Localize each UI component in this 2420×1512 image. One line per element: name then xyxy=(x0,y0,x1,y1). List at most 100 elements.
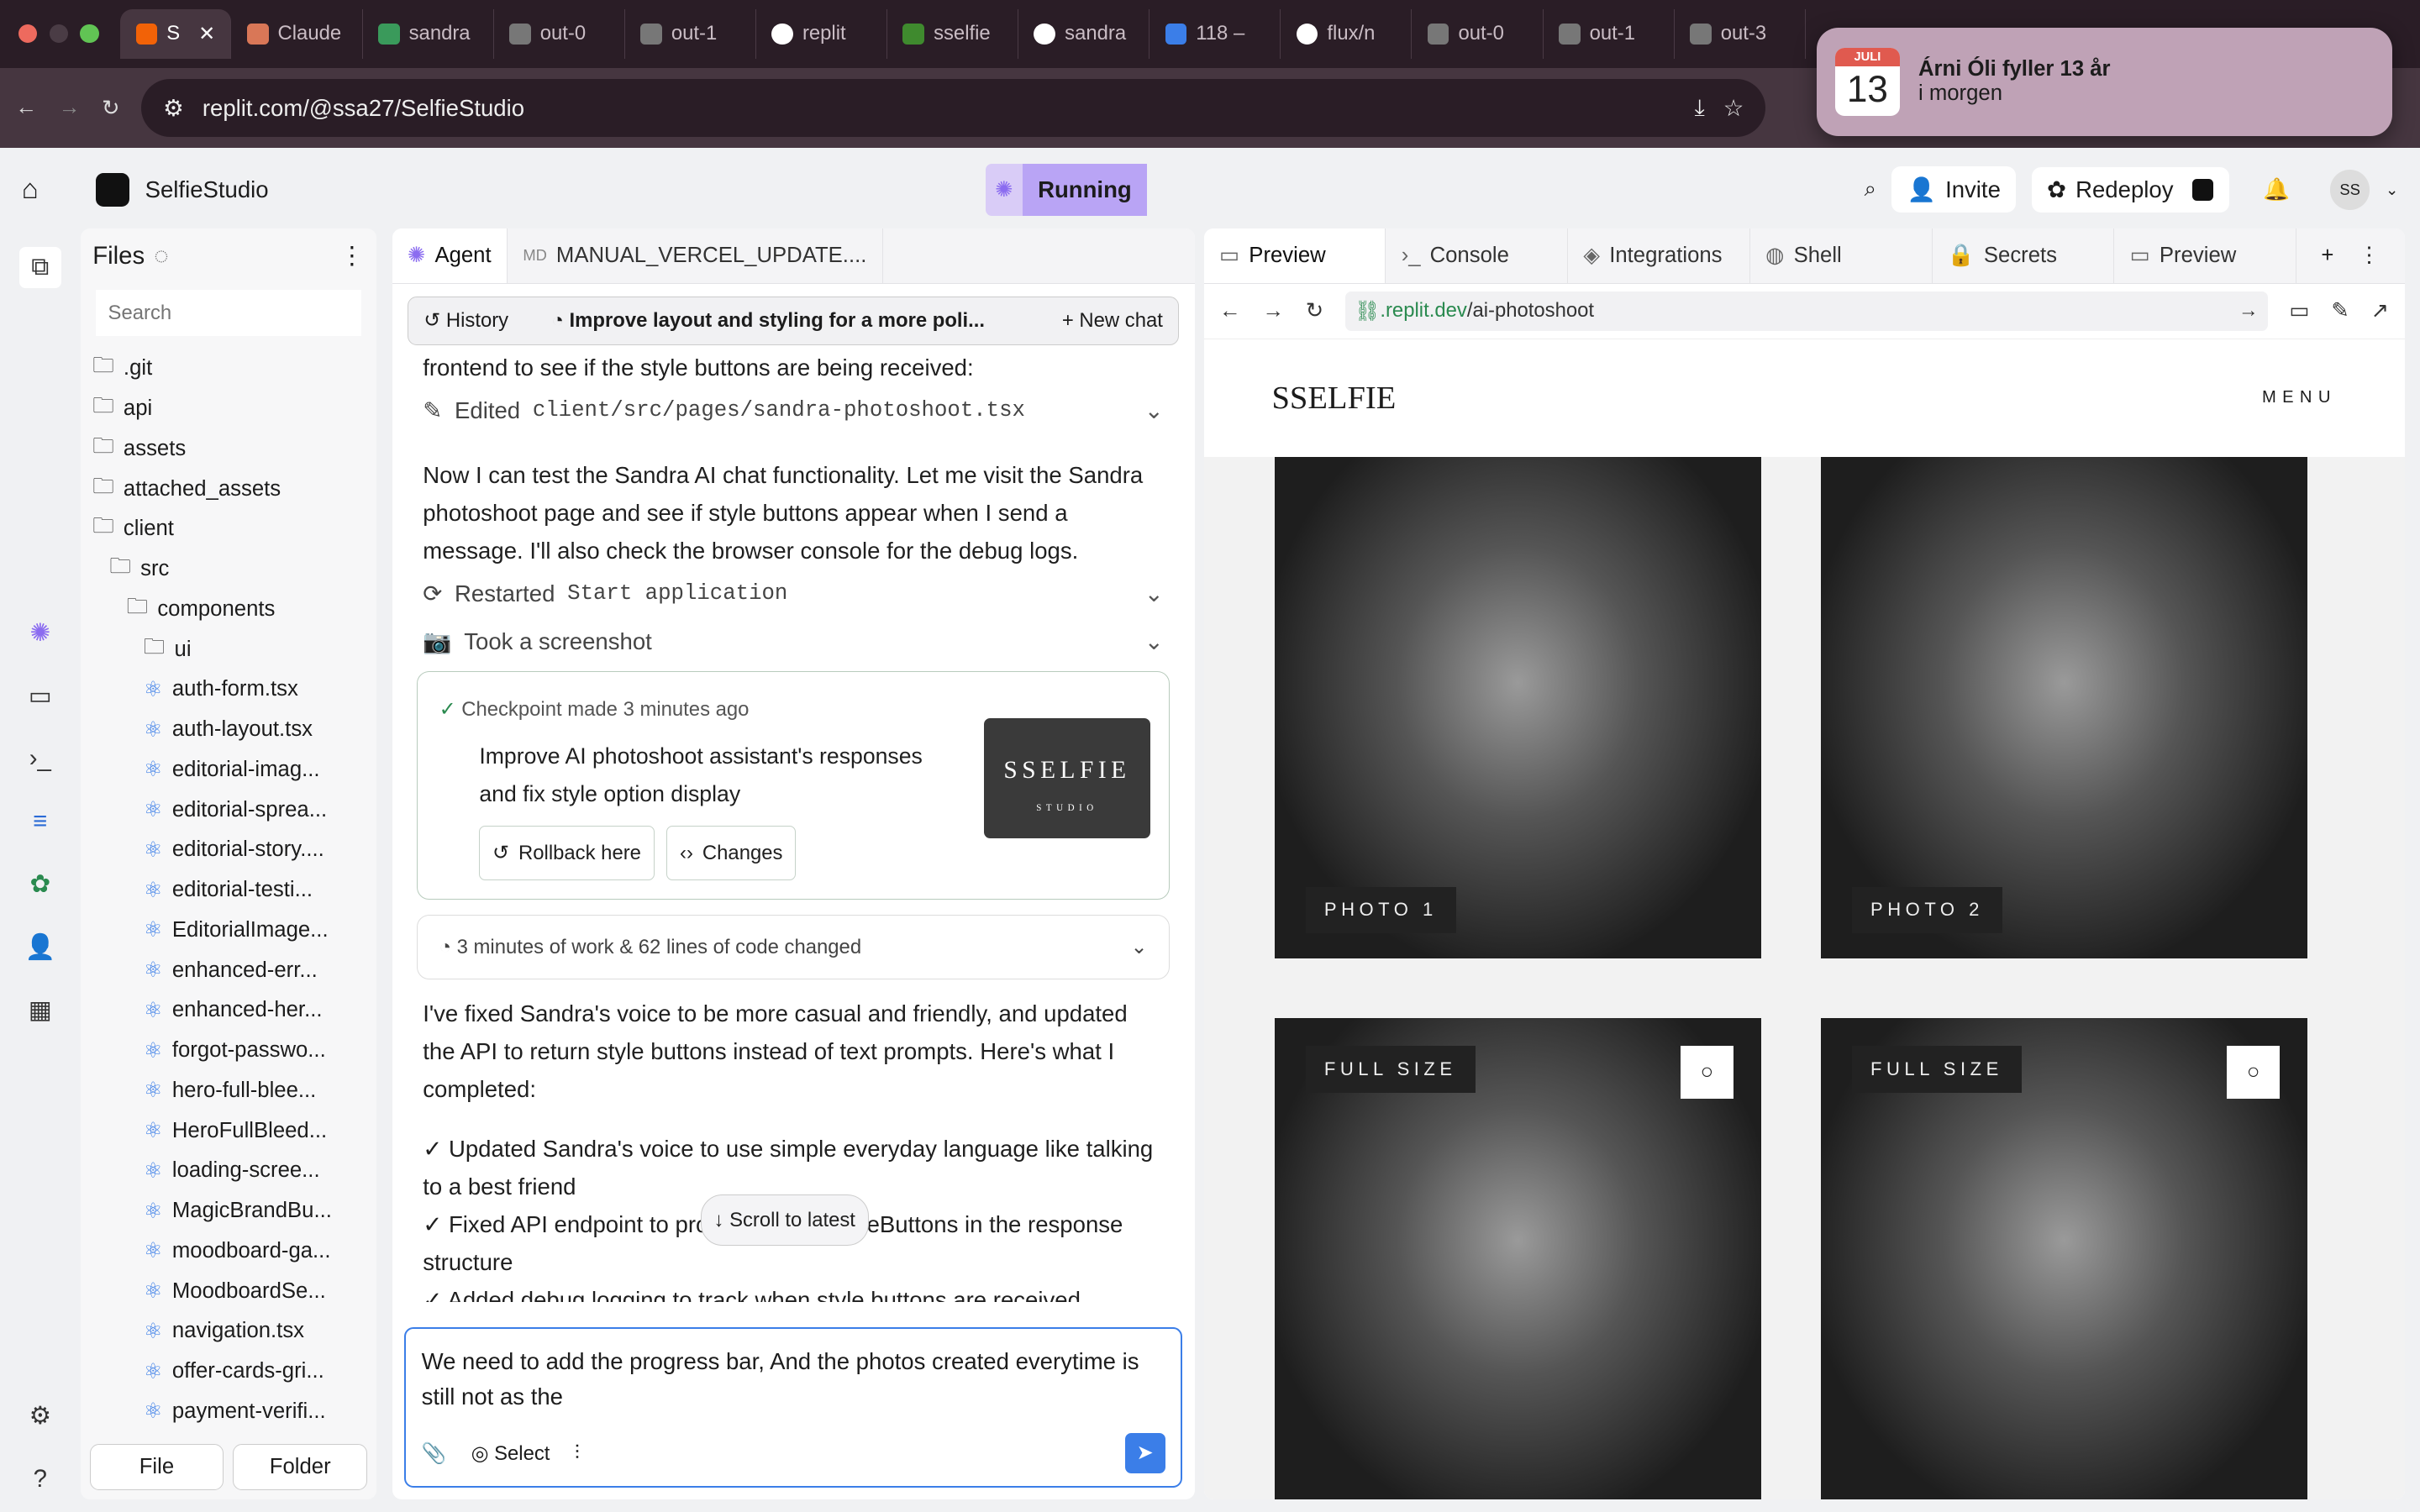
file-tree-item[interactable]: ⚛ enhanced-err... xyxy=(92,950,376,990)
checkpoint-thumbnail[interactable]: SSELFIE STUDIO xyxy=(983,718,1151,839)
database-icon[interactable]: ≡ xyxy=(33,807,47,836)
invite-button[interactable]: 👤 Invite xyxy=(1891,166,2017,213)
minimize-window-button[interactable] xyxy=(49,24,68,44)
photo-1[interactable]: PHOTO 1 xyxy=(1275,456,1761,958)
close-window-button[interactable] xyxy=(18,24,38,44)
scroll-to-latest-button[interactable]: ↓ Scroll to latest xyxy=(700,1194,869,1247)
back-icon[interactable]: ← xyxy=(15,96,37,120)
photo-4[interactable]: FULL SIZE ○ xyxy=(1821,1018,2307,1500)
photo-3[interactable]: FULL SIZE ○ xyxy=(1275,1018,1761,1500)
site-logo[interactable]: SSELFIE xyxy=(1271,380,1396,417)
forward-icon[interactable]: → xyxy=(59,96,81,120)
file-tree-item[interactable]: ⚛ forgot-passwo... xyxy=(92,1031,376,1071)
browser-tab[interactable]: out-3 xyxy=(1675,9,1806,59)
file-tree-item[interactable]: ⚛ enhanced-her... xyxy=(92,990,376,1031)
file-tree-item[interactable]: ⚛ editorial-story.... xyxy=(92,830,376,870)
new-folder-button[interactable]: Folder xyxy=(233,1444,368,1491)
agent-icon[interactable]: ✺ xyxy=(29,618,50,648)
tab-agent[interactable]: ✺ Agent xyxy=(392,228,508,284)
file-tree-item[interactable]: 🗀 attached_assets xyxy=(92,469,376,509)
project-name[interactable]: SelfieStudio xyxy=(145,176,269,203)
browser-tab[interactable]: out-0 xyxy=(1412,9,1544,59)
file-tree-item[interactable]: ⚛ loading-scree... xyxy=(92,1151,376,1191)
add-tab-button[interactable]: + xyxy=(2321,244,2333,268)
shell-icon[interactable]: ›_ xyxy=(29,744,51,773)
preview-url-bar[interactable]: ⛓ .replit.dev/ai-photoshoot → xyxy=(1345,291,2268,332)
select-circle-icon[interactable]: ○ xyxy=(1681,1046,1733,1099)
new-file-button[interactable]: File xyxy=(89,1444,224,1491)
file-tree-item[interactable]: ⚛ offer-cards-gri... xyxy=(92,1352,376,1392)
send-button[interactable]: ➤ xyxy=(1124,1433,1165,1473)
close-tab-icon[interactable]: ✕ xyxy=(198,22,215,46)
all-tools-icon[interactable]: ▦ xyxy=(29,995,52,1025)
file-tree-item[interactable]: ⚛ moodboard-ga... xyxy=(92,1231,376,1272)
changes-button[interactable]: ‹› Changes xyxy=(666,825,797,880)
users-icon[interactable]: 👤 xyxy=(24,933,55,962)
photo-2[interactable]: PHOTO 2 xyxy=(1821,456,2307,958)
tab-preview[interactable]: ▭ Preview xyxy=(2114,228,2296,284)
run-status[interactable]: ✺ Running xyxy=(986,163,1148,217)
work-summary[interactable]: ◔ 3 minutes of work & 62 lines of code c… xyxy=(416,915,1171,979)
reload-icon[interactable]: ↻ xyxy=(102,96,120,121)
preview-icon[interactable]: ▭ xyxy=(29,681,52,711)
search-icon[interactable]: ⌕ xyxy=(1865,177,1876,202)
file-search-input[interactable] xyxy=(95,290,361,337)
rollback-button[interactable]: ↺ Rollback here xyxy=(479,825,655,880)
more-options-icon[interactable]: ⋮ xyxy=(339,241,364,270)
open-new-tab-icon[interactable]: ↗ xyxy=(2371,298,2390,323)
help-icon[interactable]: ? xyxy=(34,1465,47,1494)
chevron-down-icon[interactable]: ⌄ xyxy=(2386,181,2398,199)
devtools-icon[interactable]: ✎ xyxy=(2331,298,2349,323)
chat-title[interactable]: ◔ Improve layout and styling for a more … xyxy=(552,309,986,333)
file-tree-item[interactable]: ⚛ hero-full-blee... xyxy=(92,1071,376,1111)
tab-console[interactable]: ›_ Console xyxy=(1386,228,1569,284)
browser-tab[interactable]: 118 – xyxy=(1150,9,1281,59)
redeploy-button[interactable]: ✿ Redeploy xyxy=(2031,166,2229,213)
file-tree-item[interactable]: ⚛ auth-form.tsx xyxy=(92,669,376,710)
files-panel-icon[interactable]: ⧉ xyxy=(18,246,61,288)
file-tree-item[interactable]: ⚛ auth-layout.tsx xyxy=(92,710,376,750)
file-tree-item[interactable]: 🗀 client xyxy=(92,509,376,549)
file-tree-item[interactable]: ⚛ payment-verifi... xyxy=(92,1392,376,1432)
select-element-button[interactable]: ◎ Select xyxy=(471,1441,550,1466)
file-tree-item[interactable]: 🗀 components xyxy=(92,590,376,630)
new-chat-button[interactable]: + New chat xyxy=(1062,309,1163,333)
file-tree-item[interactable]: ⚛ editorial-imag... xyxy=(92,750,376,790)
address-bar[interactable]: ⚙ replit.com/@ssa27/SelfieStudio ⤓ ☆ xyxy=(141,78,1766,138)
file-tree-item[interactable]: ⚛ navigation.tsx xyxy=(92,1311,376,1352)
maximize-window-button[interactable] xyxy=(80,24,99,44)
site-menu-button[interactable]: MENU xyxy=(2262,388,2337,407)
browser-tab-active[interactable]: S ✕ xyxy=(120,9,232,59)
tab-manual-vercel-update[interactable]: MD MANUAL_VERCEL_UPDATE.... xyxy=(508,228,883,284)
reload-icon[interactable]: ↻ xyxy=(1306,298,1324,323)
browser-tab[interactable]: sandra xyxy=(363,9,494,59)
screenshot-action[interactable]: 📷 Took a screenshot ⌄ xyxy=(423,617,1164,665)
file-tree-item[interactable]: ⚛ MagicBrandBu... xyxy=(92,1191,376,1231)
browser-tab[interactable]: flux/n xyxy=(1281,9,1413,59)
restarted-action[interactable]: ⟳ Restarted Start application ⌄ xyxy=(423,570,1164,617)
file-tree-item[interactable]: 🗀 api xyxy=(92,389,376,429)
avatar[interactable]: SS xyxy=(2329,170,2370,210)
select-circle-icon[interactable]: ○ xyxy=(2227,1046,2280,1099)
file-tree-item[interactable]: ⚛ editorial-testi... xyxy=(92,870,376,911)
browser-tab[interactable]: replit xyxy=(756,9,887,59)
file-tree-item[interactable]: 🗀 assets xyxy=(92,429,376,470)
browser-tab[interactable]: out-0 xyxy=(494,9,625,59)
forward-icon[interactable]: → xyxy=(1262,299,1284,323)
install-icon[interactable]: ⤓ xyxy=(1695,94,1705,122)
file-tree-item[interactable]: ⚛ MoodboardSe... xyxy=(92,1271,376,1311)
site-settings-icon[interactable]: ⚙ xyxy=(163,95,184,122)
bookmark-star-icon[interactable]: ☆ xyxy=(1723,95,1744,122)
deployments-icon[interactable]: ✿ xyxy=(29,869,50,899)
file-tree-item[interactable]: 🗀 ui xyxy=(92,629,376,669)
bell-icon[interactable]: 🔔 xyxy=(2263,177,2290,202)
browser-tab[interactable]: out-1 xyxy=(1544,9,1675,59)
chat-input-text[interactable]: We need to add the progress bar, And the… xyxy=(422,1344,1147,1415)
file-tree-item[interactable]: ⚛ HeroFullBleed... xyxy=(92,1110,376,1151)
browser-tab[interactable]: sselfie xyxy=(887,9,1019,59)
file-tree-item[interactable]: ⚛ EditorialImage... xyxy=(92,911,376,951)
history-button[interactable]: ↺ History xyxy=(424,308,508,333)
settings-sliders-icon[interactable]: ⫶ xyxy=(575,1441,580,1465)
browser-tab[interactable]: sandra xyxy=(1018,9,1150,59)
home-icon[interactable]: ⌂ xyxy=(22,174,65,206)
